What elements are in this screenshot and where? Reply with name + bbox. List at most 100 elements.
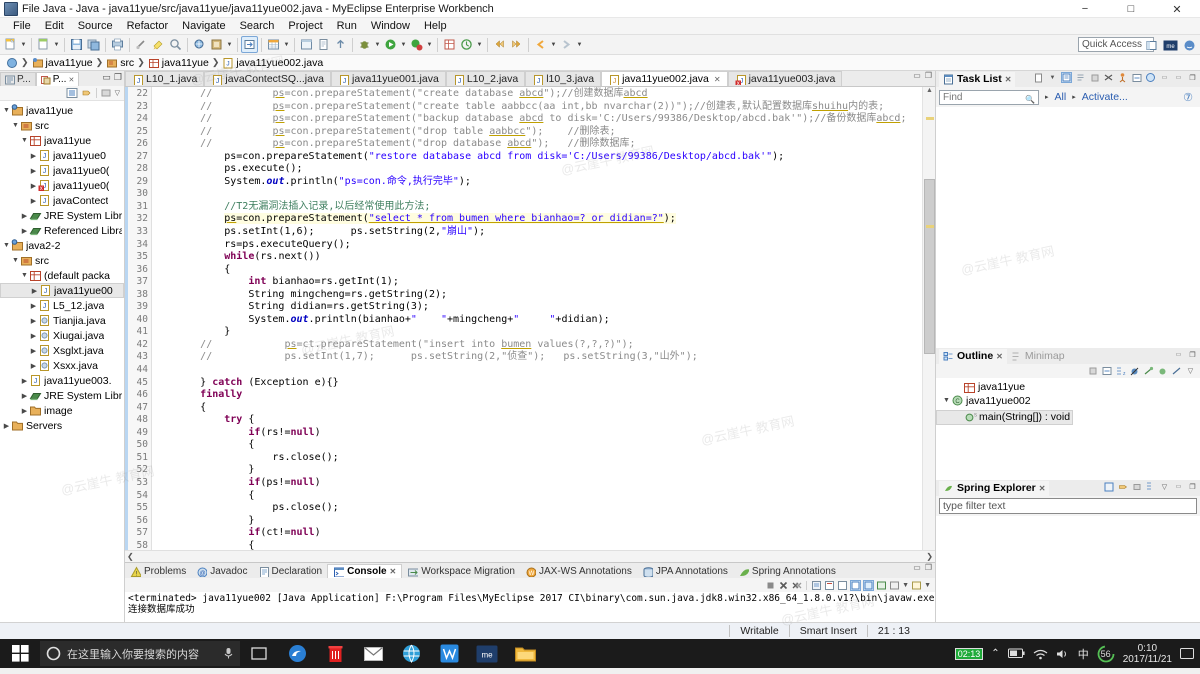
collapsed-twisty-icon[interactable]: ▶ bbox=[29, 317, 38, 325]
console-tab[interactable]: Spring Annotations bbox=[733, 564, 841, 578]
code-line[interactable]: } bbox=[152, 515, 922, 528]
menu-help[interactable]: Help bbox=[417, 18, 454, 35]
code-line[interactable]: String didian=rs.getString(3); bbox=[152, 301, 922, 314]
editor-vertical-scrollbar[interactable]: ▲ bbox=[922, 87, 935, 550]
scroll-up-icon[interactable]: ▲ bbox=[924, 87, 935, 97]
show-console-icon[interactable] bbox=[837, 580, 848, 591]
battery-icon[interactable] bbox=[1007, 648, 1025, 659]
code-line[interactable]: ps=con.prepareStatement("select * from b… bbox=[152, 213, 922, 226]
spring-explorer-close-icon[interactable]: ✕ bbox=[1039, 484, 1046, 493]
menu-file[interactable]: File bbox=[6, 18, 38, 35]
spring-menu-icon[interactable]: ▽ bbox=[1159, 481, 1170, 492]
scroll-lock-icon[interactable] bbox=[824, 580, 835, 591]
new-console-view-icon[interactable] bbox=[889, 580, 900, 591]
console-tab[interactable]: @ Javadoc bbox=[191, 564, 252, 578]
minimize-outline-icon[interactable]: ▭ bbox=[1173, 349, 1184, 360]
task-list-content[interactable] bbox=[936, 107, 1200, 348]
editor-horizontal-scrollbar[interactable]: ❮ ❯ bbox=[125, 550, 935, 562]
collapsed-twisty-icon[interactable]: ▶ bbox=[29, 302, 38, 310]
menu-project[interactable]: Project bbox=[281, 18, 329, 35]
back-icon[interactable] bbox=[532, 36, 549, 53]
outline-tree[interactable]: java11yue ▼ Cjava11yue002 s main(String[]) :… bbox=[936, 378, 1200, 480]
print-icon[interactable] bbox=[109, 36, 126, 53]
deploy-dropdown-icon[interactable]: ▼ bbox=[225, 36, 234, 53]
maximize-button[interactable]: □ bbox=[1108, 0, 1154, 18]
editor-tab[interactable]: Jjava11yue001.java bbox=[331, 71, 446, 86]
display-selected-console-icon[interactable] bbox=[863, 579, 875, 591]
pin-console-icon[interactable] bbox=[850, 579, 862, 591]
expanded-twisty-icon[interactable]: ▼ bbox=[2, 107, 11, 114]
task-list-close-icon[interactable]: ✕ bbox=[1005, 75, 1012, 84]
minimize-task-list-icon[interactable]: ▭ bbox=[1173, 72, 1184, 83]
new-wizard-dropdown-icon[interactable]: ▼ bbox=[52, 36, 61, 53]
tree-item[interactable]: ▶ Jjava11yue0 bbox=[0, 148, 124, 163]
quick-fix-icon[interactable] bbox=[150, 36, 167, 53]
maximize-console-icon[interactable]: ❐ bbox=[925, 563, 932, 572]
expanded-twisty-icon[interactable]: ▼ bbox=[2, 242, 11, 249]
tab-task-list[interactable]: Task List ✕ bbox=[939, 71, 1016, 87]
code-line[interactable] bbox=[152, 364, 922, 377]
breadcrumb-item-package[interactable]: java11yue bbox=[146, 57, 211, 69]
console-type-dropdown-icon[interactable]: ▼ bbox=[924, 582, 931, 589]
scroll-left-icon[interactable]: ❮ bbox=[127, 552, 134, 561]
minimize-spring-icon[interactable]: ▭ bbox=[1173, 481, 1184, 492]
tree-item[interactable]: ▶ Jjava11yue003. bbox=[0, 373, 124, 388]
scroll-right-icon[interactable]: ❯ bbox=[926, 552, 933, 561]
task-find-input[interactable]: Find 🔍 bbox=[939, 89, 1039, 105]
tree-item[interactable]: ▼ java11yue bbox=[0, 133, 124, 148]
tree-item[interactable]: ▼ (default packa bbox=[0, 268, 124, 283]
view-menu-icon[interactable]: ▽ bbox=[115, 89, 120, 97]
maximize-view-icon[interactable]: ❐ bbox=[114, 72, 122, 83]
explorer-tab-package[interactable]: P... ✕ bbox=[35, 72, 80, 86]
editor-tab-close-icon[interactable]: ✕ bbox=[714, 75, 721, 84]
code-line[interactable]: if(ct!=null) bbox=[152, 527, 922, 540]
collapse-all-tasks-icon[interactable] bbox=[1131, 72, 1142, 83]
browser-icon[interactable] bbox=[392, 639, 430, 668]
task-filter-all[interactable]: All bbox=[1055, 91, 1067, 103]
synchronize-icon[interactable] bbox=[1117, 72, 1128, 83]
code-line[interactable]: ps.setInt(1,6); ps.setString(2,"崩山"); bbox=[152, 226, 922, 239]
open-console-icon[interactable] bbox=[876, 580, 887, 591]
console-tab[interactable]: JPA Annotations bbox=[637, 564, 733, 578]
search-history-icon[interactable] bbox=[458, 36, 475, 53]
menu-source[interactable]: Source bbox=[71, 18, 120, 35]
code-line[interactable]: // ps=con.prepareStatement("create datab… bbox=[152, 88, 922, 101]
collapsed-twisty-icon[interactable]: ▶ bbox=[29, 197, 38, 205]
expanded-twisty-icon[interactable]: ▼ bbox=[20, 272, 29, 279]
tree-item[interactable]: ▶ Tianjia.java bbox=[0, 313, 124, 328]
battery-time-badge[interactable]: 02:13 bbox=[954, 647, 984, 660]
collapsed-twisty-icon[interactable]: ▶ bbox=[30, 287, 39, 295]
collapsed-twisty-icon[interactable]: ▶ bbox=[2, 422, 11, 430]
collapsed-twisty-icon[interactable]: ▶ bbox=[29, 182, 38, 190]
hide-local-types-icon[interactable] bbox=[1171, 366, 1182, 377]
run-external-icon[interactable] bbox=[408, 36, 425, 53]
console-tab[interactable]: Console ✕ bbox=[327, 564, 403, 578]
tree-item[interactable]: ▶ image bbox=[0, 403, 124, 418]
tree-item[interactable]: ▶ Xsglxt.java bbox=[0, 343, 124, 358]
overview-marker[interactable] bbox=[926, 117, 934, 120]
remove-launch-icon[interactable] bbox=[778, 580, 789, 591]
spring-sort-icon[interactable] bbox=[1145, 481, 1156, 492]
terminate-icon[interactable] bbox=[765, 580, 776, 591]
code-line[interactable]: try { bbox=[152, 414, 922, 427]
code-line[interactable]: ps.execute(); bbox=[152, 163, 922, 176]
code-line[interactable]: { bbox=[152, 402, 922, 415]
restore-editor-icon[interactable]: ▭ bbox=[913, 71, 921, 80]
search-decl-icon[interactable] bbox=[167, 36, 184, 53]
upload-icon[interactable] bbox=[332, 36, 349, 53]
collapsed-twisty-icon[interactable]: ▶ bbox=[29, 332, 38, 340]
collapsed-twisty-icon[interactable]: ▶ bbox=[20, 407, 29, 415]
collapsed-twisty-icon[interactable]: ▶ bbox=[20, 377, 29, 385]
collapsed-twisty-icon[interactable]: ▶ bbox=[29, 152, 38, 160]
explorer-tab-close-icon[interactable]: ✕ bbox=[68, 76, 74, 84]
collapsed-twisty-icon[interactable]: ▶ bbox=[29, 347, 38, 355]
breadcrumb-item-project[interactable]: java11yue bbox=[30, 57, 95, 69]
tree-item[interactable]: ▶ JRE System Libra bbox=[0, 208, 124, 223]
remove-all-launches-icon[interactable] bbox=[791, 580, 802, 591]
sort-icon[interactable]: z bbox=[1115, 366, 1126, 377]
wifi-icon[interactable] bbox=[1033, 648, 1048, 660]
previous-annotation-icon[interactable] bbox=[491, 36, 508, 53]
code-line[interactable]: System.out.println("ps=con.命令,执行完毕"); bbox=[152, 176, 922, 189]
code-line[interactable]: { bbox=[152, 439, 922, 452]
expanded-twisty-icon[interactable]: ▼ bbox=[942, 397, 951, 404]
